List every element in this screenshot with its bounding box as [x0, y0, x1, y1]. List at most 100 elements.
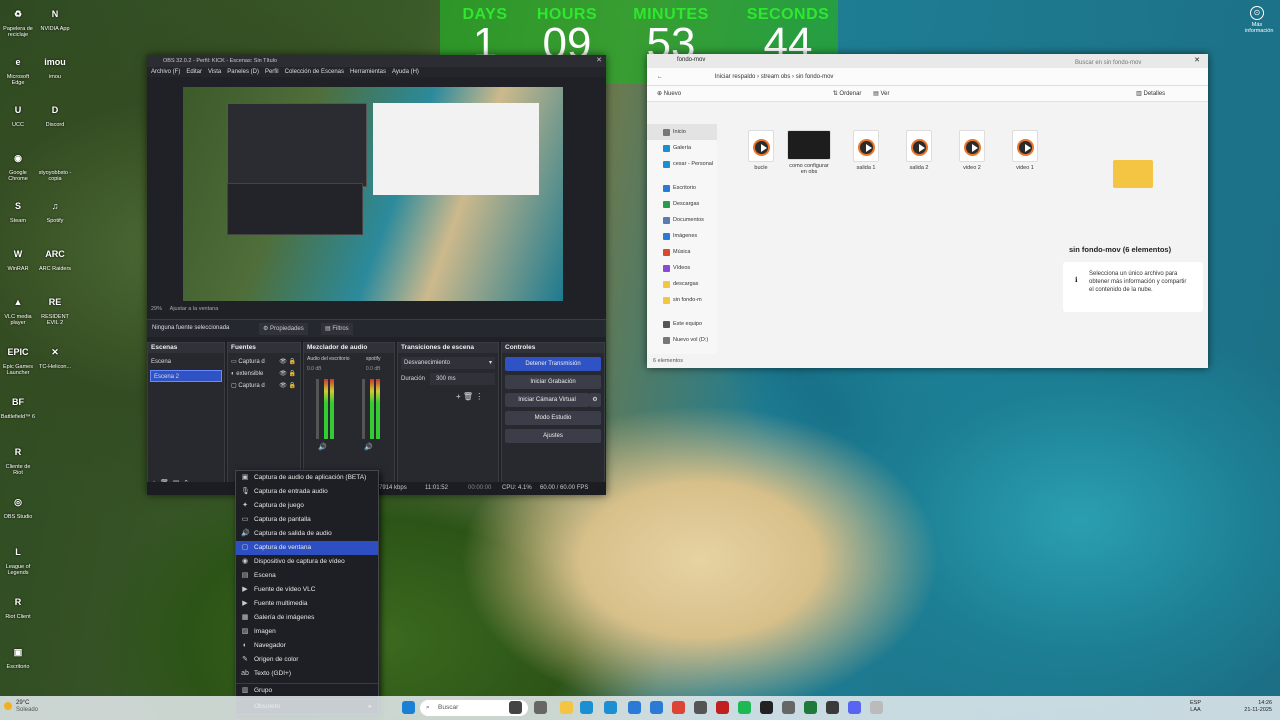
desktop-icon[interactable]: U UCC	[0, 100, 36, 129]
taskbar-app-icon[interactable]	[509, 701, 522, 714]
address-bar[interactable]: ← Iniciar respaldo › stream obs › sin fo…	[647, 60, 1208, 86]
add-icon[interactable]: +	[456, 392, 461, 401]
desktop-icon[interactable]: N NVIDIA App	[37, 4, 73, 33]
taskbar-app-icon[interactable]	[826, 701, 839, 714]
speaker-icon[interactable]: 🔊	[318, 443, 327, 451]
obs-window[interactable]: OBS 32.0.2 - Perfil: KICK - Escenas: Sin…	[147, 55, 606, 495]
desktop-icon[interactable]: ◎ OBS Studio	[0, 492, 36, 521]
volume-slider[interactable]	[362, 379, 365, 439]
details-button[interactable]: ▥ Detalles	[1136, 91, 1165, 97]
taskbar-app-icon[interactable]	[716, 701, 729, 714]
desktop-icon[interactable]: RE RESIDENT EVIL 2	[37, 292, 73, 327]
desktop-icon[interactable]: ▣ Escritorio	[0, 642, 36, 671]
context-menu-item[interactable]: ab Texto (GDI+)	[236, 667, 378, 681]
nav-item[interactable]: descargas	[647, 276, 717, 292]
file-explorer-window[interactable]: fondo-mov ✕ ← Iniciar respaldo › stream …	[647, 54, 1208, 368]
desktop-icon[interactable]: ▲ VLC media player	[0, 292, 36, 327]
context-menu-item[interactable]: ✦ Captura de juego	[236, 499, 378, 513]
nav-item[interactable]: Inicio	[647, 124, 717, 140]
nav-item[interactable]: Galería	[647, 140, 717, 156]
context-menu-item[interactable]: 🎙 Captura de entrada audio	[236, 485, 378, 499]
new-button[interactable]: ⊕ Nuevo	[657, 91, 681, 97]
obs-preview[interactable]	[183, 87, 563, 301]
scene-item[interactable]: Escena	[148, 356, 224, 368]
nav-item[interactable]: Imágenes	[647, 228, 717, 244]
taskbar-app-icon[interactable]	[580, 701, 593, 714]
file-item[interactable]: video 1	[1003, 130, 1047, 171]
taskbar-app-icon[interactable]	[650, 701, 663, 714]
menu-item[interactable]: Ayuda (H)	[392, 69, 419, 75]
source-item[interactable]: ▭ Captura d 👁 🔒	[228, 356, 300, 368]
file-item[interactable]: salida 2	[897, 130, 941, 171]
eye-lock-icon[interactable]: 👁 🔒	[279, 380, 296, 392]
taskbar-app-icon[interactable]	[738, 701, 751, 714]
context-menu-item[interactable]: ▶ Fuente de vídeo VLC	[236, 583, 378, 597]
settings-button[interactable]: Ajustes	[505, 429, 601, 443]
desktop-icon[interactable]: D Discord	[37, 100, 73, 129]
desktop-icon[interactable]: S Steam	[0, 196, 36, 225]
taskbar-app-icon[interactable]	[870, 701, 883, 714]
obs-titlebar[interactable]: OBS 32.0.2 - Perfil: KICK - Escenas: Sin…	[147, 55, 606, 67]
context-menu-item[interactable]: ▥ Grupo	[236, 683, 378, 697]
context-menu-item[interactable]: ▣ Captura de audio de aplicación (BETA)	[236, 471, 378, 485]
speaker-icon[interactable]: 🔊	[364, 443, 373, 451]
taskbar-app-icon[interactable]	[848, 701, 861, 714]
taskbar-app-icon[interactable]	[782, 701, 795, 714]
desktop-icon[interactable]: imou imou	[37, 52, 73, 81]
menu-item[interactable]: Editar	[186, 69, 202, 75]
context-menu-item[interactable]: ◉ Dispositivo de captura de vídeo	[236, 555, 378, 569]
file-item[interactable]: salida 1	[844, 130, 888, 171]
context-menu-item[interactable]: ▤ Escena	[236, 569, 378, 583]
nav-item[interactable]: Vídeos	[647, 260, 717, 276]
trash-icon[interactable]: 🗑	[463, 392, 473, 401]
desktop-icon[interactable]: styoyobbsto - copia	[37, 148, 73, 182]
source-item[interactable]: ◐ extensible 👁 🔒	[228, 368, 300, 380]
file-item[interactable]: como configurar en obs	[787, 130, 831, 175]
more-icon[interactable]: ⋮	[475, 392, 483, 401]
nav-item[interactable]: Nuevo vol (D:)	[647, 332, 717, 348]
taskbar-app-icon[interactable]	[672, 701, 685, 714]
nav-item[interactable]: Descargas	[647, 196, 717, 212]
taskbar-app-icon[interactable]	[534, 701, 547, 714]
taskbar-app-icon[interactable]	[694, 701, 707, 714]
taskbar-app-icon[interactable]	[628, 701, 641, 714]
clock[interactable]: 14:26 21-11-2025	[1236, 700, 1272, 714]
context-menu-item[interactable]: ▦ Galería de imágenes	[236, 611, 378, 625]
taskbar-app-icon[interactable]	[804, 701, 817, 714]
more-info-desktop-item[interactable]: ⊙ Más información	[1245, 6, 1273, 34]
zoom-indicator[interactable]: 29% Ajustar a la ventana	[151, 306, 218, 312]
start-recording-button[interactable]: Iniciar Grabación	[505, 375, 601, 389]
stop-stream-button[interactable]: Detener Transmisión	[505, 357, 601, 371]
context-menu-item[interactable]: ✎ Origen de color	[236, 653, 378, 667]
menu-item[interactable]: Herramientas	[350, 69, 386, 75]
menu-item[interactable]: Paneles (D)	[227, 69, 259, 75]
language-indicator[interactable]: ESP LAA	[1190, 700, 1201, 714]
desktop-icon[interactable]: ✕ TC-Helicon...	[37, 342, 73, 371]
view-button[interactable]: ▤ Ver	[873, 91, 889, 97]
explorer-tab[interactable]: fondo-mov	[677, 57, 705, 63]
file-item[interactable]: video 2	[950, 130, 994, 171]
desktop-icon[interactable]: BF Battlefield™ 6	[0, 392, 36, 421]
transition-select[interactable]: Desvanecimiento ▾	[401, 357, 495, 369]
source-item[interactable]: ▢ Captura d 👁 🔒	[228, 380, 300, 392]
nav-item[interactable]: Documentos	[647, 212, 717, 228]
start-virtual-camera-button[interactable]: Iniciar Cámara Virtual	[505, 393, 589, 407]
file-item[interactable]: bucle	[739, 130, 783, 171]
context-menu-item[interactable]: 🔊 Captura de salida de audio	[236, 527, 378, 541]
scene-item-selected[interactable]: Escena 2	[150, 370, 222, 382]
filters-button[interactable]: ▤ Filtros	[321, 323, 353, 335]
nav-item[interactable]: Este equipo	[647, 316, 717, 332]
weather-widget[interactable]: 29°C Soleado	[4, 700, 38, 714]
back-icon[interactable]: ←	[657, 74, 663, 80]
context-menu-item[interactable]: ▭ Captura de pantalla	[236, 513, 378, 527]
menu-item[interactable]: Vista	[208, 69, 221, 75]
taskbar-app-icon[interactable]	[760, 701, 773, 714]
desktop-icon[interactable]: ◉ Google Chrome	[0, 148, 36, 183]
breadcrumb-item[interactable]: sin fondo-mov	[796, 74, 834, 80]
properties-button[interactable]: ⚙ Propiedades	[259, 323, 308, 335]
menu-item[interactable]: Colección de Escenas	[285, 69, 344, 75]
desktop-icon[interactable]: ♻ Papelera de reciclaje	[0, 4, 36, 39]
context-menu-item[interactable]: ▨ Imagen	[236, 625, 378, 639]
volume-slider[interactable]	[316, 379, 319, 439]
desktop-icon[interactable]: R Cliente de Riot	[0, 442, 36, 477]
